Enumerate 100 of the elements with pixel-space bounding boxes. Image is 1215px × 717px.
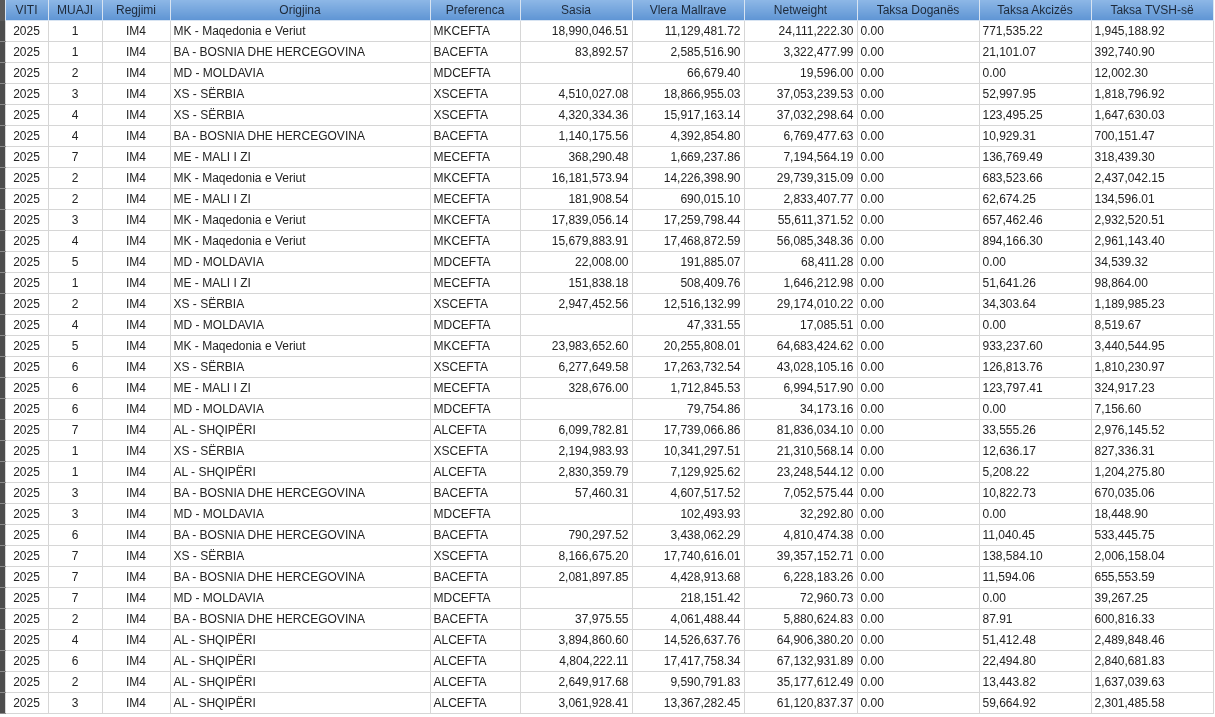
table-cell: 98,864.00	[1091, 272, 1213, 294]
table-cell: IM4	[102, 356, 170, 378]
column-header[interactable]: Sasia	[520, 0, 632, 21]
table-cell: 52,997.95	[979, 83, 1091, 105]
column-header[interactable]: Origjina	[170, 0, 430, 21]
column-header[interactable]: MUAJI	[48, 0, 102, 21]
column-header[interactable]: VITI	[5, 0, 48, 21]
table-cell: 79,754.86	[632, 398, 744, 420]
table-cell: 22,494.80	[979, 650, 1091, 672]
table-cell: 68,411.28	[744, 251, 857, 273]
table-cell: 64,906,380.20	[744, 629, 857, 651]
row-selector[interactable]	[0, 545, 5, 567]
row-selector[interactable]	[0, 41, 5, 63]
table-cell: IM4	[102, 314, 170, 336]
column-header[interactable]: Taksa Akcizës	[979, 0, 1091, 21]
table-cell: 2,194,983.93	[520, 440, 632, 462]
table-cell: XS - SËRBIA	[170, 83, 430, 105]
row-selector[interactable]	[0, 461, 5, 483]
table-cell: MKCEFTA	[430, 230, 520, 252]
table-cell: 1,637,039.63	[1091, 671, 1213, 693]
table-cell: 3,061,928.41	[520, 692, 632, 714]
row-selector[interactable]	[0, 398, 5, 420]
row-selector[interactable]	[0, 335, 5, 357]
table-cell: 5,208.22	[979, 461, 1091, 483]
table-cell: 7	[48, 545, 102, 567]
table-cell: 3,438,062.29	[632, 524, 744, 546]
table-cell: 1,647,630.03	[1091, 104, 1213, 126]
row-selector[interactable]	[0, 272, 5, 294]
row-selector[interactable]	[0, 356, 5, 378]
column-header[interactable]: Regjimi	[102, 0, 170, 21]
table-cell: BA - BOSNIA DHE HERCEGOVINA	[170, 566, 430, 588]
column-header[interactable]: Vlera Mallrave	[632, 0, 744, 21]
table-cell: 126,813.76	[979, 356, 1091, 378]
table-cell: MDCEFTA	[430, 314, 520, 336]
table-cell: XSCEFTA	[430, 440, 520, 462]
column-header[interactable]: Taksa TVSH-së	[1091, 0, 1213, 21]
table-cell: 2025	[5, 209, 48, 231]
table-cell: IM4	[102, 41, 170, 63]
table-cell: 3	[48, 83, 102, 105]
row-selector[interactable]	[0, 125, 5, 147]
row-selector[interactable]	[0, 587, 5, 609]
row-selector[interactable]	[0, 104, 5, 126]
table-cell: XSCEFTA	[430, 104, 520, 126]
table-cell: 5,880,624.83	[744, 608, 857, 630]
table-cell: 6	[48, 356, 102, 378]
row-selector[interactable]	[0, 650, 5, 672]
table-cell: 4,061,488.44	[632, 608, 744, 630]
row-selector[interactable]	[0, 671, 5, 693]
table-cell: 18,448.90	[1091, 503, 1213, 525]
row-selector[interactable]	[0, 440, 5, 462]
table-cell: 2	[48, 167, 102, 189]
row-selector[interactable]	[0, 629, 5, 651]
column-header[interactable]: Preferenca	[430, 0, 520, 21]
table-cell: 2,830,359.79	[520, 461, 632, 483]
row-selector[interactable]	[0, 230, 5, 252]
row-selector[interactable]	[0, 293, 5, 315]
table-cell: 2,961,143.40	[1091, 230, 1213, 252]
row-selector[interactable]	[0, 566, 5, 588]
row-selector[interactable]	[0, 188, 5, 210]
table-cell: IM4	[102, 461, 170, 483]
table-cell: 47,331.55	[632, 314, 744, 336]
table-cell: 10,822.73	[979, 482, 1091, 504]
row-selector[interactable]	[0, 20, 5, 42]
table-cell: 14,526,637.76	[632, 629, 744, 651]
table-cell: MK - Maqedonia e Veriut	[170, 230, 430, 252]
table-cell: 136,769.49	[979, 146, 1091, 168]
table-cell: 2,301,485.58	[1091, 692, 1213, 714]
table-cell: 7	[48, 419, 102, 441]
table-cell: IM4	[102, 251, 170, 273]
table-cell: 894,166.30	[979, 230, 1091, 252]
table-cell: 6	[48, 377, 102, 399]
row-selector[interactable]	[0, 524, 5, 546]
table-cell: 4,320,334.36	[520, 104, 632, 126]
row-selector[interactable]	[0, 167, 5, 189]
table-cell: 9,590,791.83	[632, 671, 744, 693]
row-selector[interactable]	[0, 692, 5, 714]
row-selector[interactable]	[0, 482, 5, 504]
table-cell: 2025	[5, 692, 48, 714]
row-selector[interactable]	[0, 608, 5, 630]
column-header[interactable]: Netweight	[744, 0, 857, 21]
table-cell: XSCEFTA	[430, 545, 520, 567]
row-selector[interactable]	[0, 251, 5, 273]
row-selector[interactable]	[0, 503, 5, 525]
row-selector[interactable]	[0, 377, 5, 399]
row-selector[interactable]	[0, 314, 5, 336]
column-header[interactable]: Taksa Doganës	[857, 0, 979, 21]
table-cell: MKCEFTA	[430, 20, 520, 42]
row-selector[interactable]	[0, 83, 5, 105]
table-cell: IM4	[102, 398, 170, 420]
row-selector[interactable]	[0, 146, 5, 168]
table-cell: 2,585,516.90	[632, 41, 744, 63]
table-cell: BACEFTA	[430, 125, 520, 147]
table-cell: 2025	[5, 461, 48, 483]
row-selector[interactable]	[0, 62, 5, 84]
table-cell: 7,129,925.62	[632, 461, 744, 483]
table-cell: 11,594.06	[979, 566, 1091, 588]
row-selector[interactable]	[0, 209, 5, 231]
table-cell: 4,804,222.11	[520, 650, 632, 672]
table-cell: 0.00	[857, 335, 979, 357]
row-selector[interactable]	[0, 419, 5, 441]
